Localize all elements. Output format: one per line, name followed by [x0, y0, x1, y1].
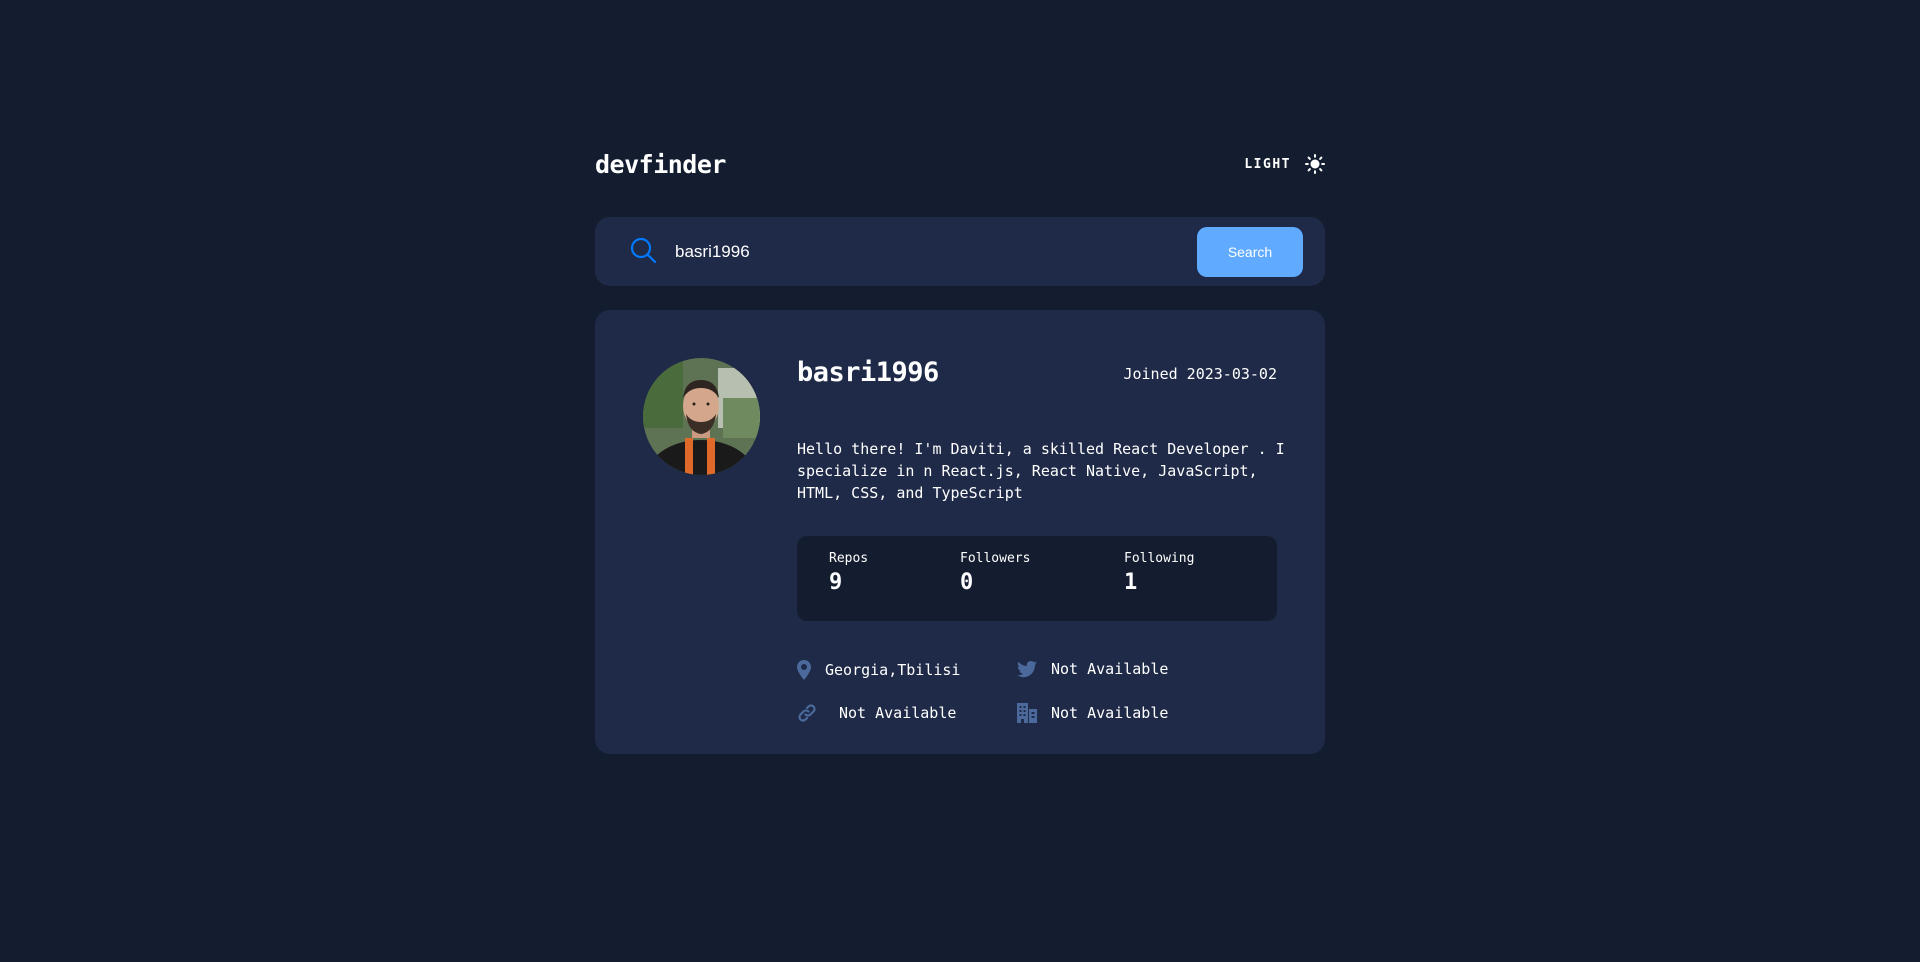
profile-stats: Repos 9 Followers 0 Following 1 [797, 536, 1277, 621]
profile-username: basri1996 [797, 357, 939, 388]
sun-icon [1305, 154, 1325, 174]
app-logo: devfinder [595, 149, 726, 179]
avatar [643, 358, 760, 475]
stat-followers: Followers 0 [960, 551, 1030, 595]
stat-following-label: Following [1124, 551, 1195, 566]
profile-links: Georgia,Tbilisi Not Available Not Availa… [797, 660, 1277, 740]
profile-joined-date: Joined 2023-03-02 [1123, 365, 1277, 383]
twitter-text: Not Available [1051, 660, 1169, 678]
stat-following: Following 1 [1124, 551, 1194, 595]
company-item: Not Available [1017, 703, 1168, 723]
blog-link[interactable]: Not Available [797, 703, 956, 723]
stat-repos-label: Repos [829, 551, 869, 566]
stat-following-value: 1 [1124, 570, 1138, 595]
stat-followers-value: 0 [960, 570, 974, 595]
stat-repos-value: 9 [829, 570, 843, 595]
search-icon [630, 237, 657, 268]
search-bar: Search [595, 217, 1325, 286]
location-pin-icon [797, 660, 811, 680]
stat-followers-label: Followers [960, 551, 1031, 566]
twitter-item: Not Available [1017, 660, 1168, 678]
search-button[interactable]: Search [1197, 227, 1303, 277]
stat-repos: Repos 9 [829, 551, 868, 595]
theme-toggle-button[interactable]: LIGHT [1244, 154, 1325, 174]
link-icon [797, 703, 817, 723]
blog-text: Not Available [839, 704, 957, 722]
profile-bio: Hello there! I'm Daviti, a skilled React… [797, 440, 1285, 502]
location-text: Georgia,Tbilisi [825, 661, 961, 679]
company-text: Not Available [1051, 704, 1169, 722]
twitter-icon [1017, 660, 1037, 678]
theme-toggle-label: LIGHT [1244, 156, 1291, 172]
company-building-icon [1017, 703, 1037, 723]
app-header: devfinder LIGHT [595, 145, 1325, 183]
search-input[interactable] [675, 234, 1155, 270]
profile-card: basri1996 Joined 2023-03-02 Hello there!… [595, 310, 1325, 754]
location-item: Georgia,Tbilisi [797, 660, 960, 680]
